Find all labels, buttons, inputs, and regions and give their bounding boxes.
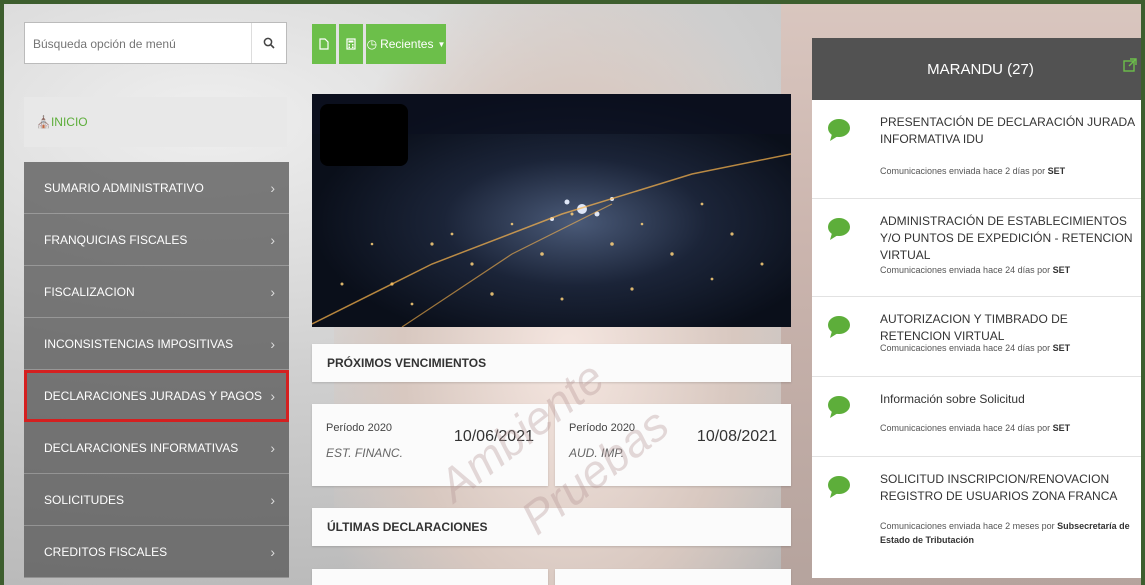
search-icon [263,37,275,49]
toolbar: ◷ Recientes ▼ [312,24,446,64]
sidebar-item-declaraciones-informativas[interactable]: DECLARACIONES INFORMATIVAS › [24,422,289,474]
notification-sender: SET [1047,166,1066,176]
notification-sender: SET [1052,343,1071,353]
recientes-dropdown[interactable]: ◷ Recientes ▼ [366,24,446,64]
search-button[interactable] [251,23,286,63]
sidebar-item-label: FISCALIZACION [44,284,135,299]
calculator-icon [346,38,356,50]
chevron-right-icon: › [270,387,275,404]
chevron-right-icon: › [270,335,275,352]
redacted-overlay [320,104,408,166]
sidebar-menu: SUMARIO ADMINISTRATIVO › FRANQUICIAS FIS… [24,162,289,578]
sidebar-item-declaraciones-juradas-y-pagos[interactable]: DECLARACIONES JURADAS Y PAGOS › [24,370,289,422]
marandu-panel: MARANDU (27) PRESENTACIÓN DE DECLARACIÓN… [812,38,1141,578]
obligation-desc: AUD. IMP. [569,446,625,460]
sidebar-item-label: SOLICITUDES [44,492,125,507]
chevron-right-icon: › [270,543,275,560]
chat-bubble-icon [828,119,850,141]
chevron-right-icon: › [270,491,275,508]
notification-sender: SET [1052,423,1071,433]
notification-title: PRESENTACIÓN DE DECLARACIÓN JURADA INFOR… [880,115,1135,146]
chat-bubble-icon [828,316,850,338]
sidebar-item-label: DECLARACIONES INFORMATIVAS [44,440,239,455]
chat-bubble-icon [828,476,850,498]
sidebar: ⛪ INICIO SUMARIO ADMINISTRATIVO › FRANQU… [24,22,289,585]
sidebar-item-fiscalizacion[interactable]: FISCALIZACION › [24,266,289,318]
notification-title: AUTORIZACION Y TIMBRADO DE RETENCION VIR… [880,312,1068,343]
sidebar-item-creditos-fiscales[interactable]: CREDITOS FISCALES › [24,526,289,578]
declaracion-card[interactable] [555,569,791,585]
sidebar-item-label: DECLARACIONES JURADAS Y PAGOS [44,388,263,403]
notification-item[interactable]: PRESENTACIÓN DE DECLARACIÓN JURADA INFOR… [812,100,1141,199]
home-label: INICIO [50,115,88,129]
banner-image [312,94,791,327]
notification-item[interactable]: AUTORIZACION Y TIMBRADO DE RETENCION VIR… [812,297,1141,377]
sidebar-item-label: SUMARIO ADMINISTRATIVO [44,180,204,195]
sidebar-item-label: CREDITOS FISCALES [44,544,168,559]
new-document-button[interactable] [312,24,336,64]
caret-down-icon: ▼ [437,39,446,49]
recientes-label: Recientes [380,37,434,51]
vencimiento-card[interactable]: Período 2020 10/06/2021 EST. FINANC. [312,404,548,486]
document-icon [319,38,329,50]
period-label: Período 2020 [326,422,393,434]
clock-icon: ◷ [366,37,378,51]
section-title: PRÓXIMOS VENCIMIENTOS [327,356,487,370]
sidebar-item-inconsistencias-impositivas[interactable]: INCONSISTENCIAS IMPOSITIVAS › [24,318,289,370]
declaracion-card[interactable] [312,569,548,585]
notification-meta: Comunicaciones enviada hace 2 meses por … [880,521,1130,545]
chevron-right-icon: › [270,283,275,300]
chat-bubble-icon [828,396,850,418]
chevron-right-icon: › [270,231,275,248]
sidebar-item-label: FRANQUICIAS FISCALES [44,232,188,247]
notification-title: Información sobre Solicitud [880,392,1025,406]
chevron-right-icon: › [270,179,275,196]
proximos-vencimientos-header: PRÓXIMOS VENCIMIENTOS [312,344,791,382]
search-input[interactable] [31,23,255,65]
sidebar-item-franquicias-fiscales[interactable]: FRANQUICIAS FISCALES › [24,214,289,266]
due-date: 10/08/2021 [696,428,777,445]
notification-meta: Comunicaciones enviada hace 24 días por … [880,343,1071,353]
ultimas-declaraciones-header: ÚLTIMAS DECLARACIONES [312,508,791,546]
notification-item[interactable]: SOLICITUD INSCRIPCION/RENOVACION REGISTR… [812,457,1141,577]
sidebar-item-sumario-administrativo[interactable]: SUMARIO ADMINISTRATIVO › [24,162,289,214]
section-title: ÚLTIMAS DECLARACIONES [327,520,488,534]
external-link-icon[interactable] [1123,58,1137,72]
notification-meta: Comunicaciones enviada hace 24 días por … [880,423,1071,433]
notification-meta: Comunicaciones enviada hace 2 días por S… [880,166,1066,176]
calculator-button[interactable] [339,24,363,64]
menu-search [24,22,287,65]
notification-item[interactable]: ADMINISTRACIÓN DE ESTABLECIMIENTOS Y/O P… [812,199,1141,297]
app-frame: ⛪ INICIO SUMARIO ADMINISTRATIVO › FRANQU… [0,0,1145,585]
notification-title: ADMINISTRACIÓN DE ESTABLECIMIENTOS Y/O P… [880,214,1133,262]
due-date: 10/06/2021 [453,428,534,445]
notification-sender: SET [1052,265,1071,275]
sidebar-item-label: INCONSISTENCIAS IMPOSITIVAS [44,336,234,351]
chevron-right-icon: › [270,439,275,456]
panel-title: MARANDU (27) [927,60,1034,78]
vencimiento-card[interactable]: Período 2020 10/08/2021 AUD. IMP. [555,404,791,486]
chat-bubble-icon [828,218,850,240]
sidebar-item-solicitudes[interactable]: SOLICITUDES › [24,474,289,526]
period-label: Período 2020 [569,422,636,434]
obligation-desc: EST. FINANC. [326,446,403,460]
home-link[interactable]: ⛪ INICIO [24,97,287,147]
notification-title: SOLICITUD INSCRIPCION/RENOVACION REGISTR… [880,472,1118,503]
home-icon: ⛪ [36,115,51,129]
notification-meta: Comunicaciones enviada hace 24 días por … [880,265,1071,275]
notification-item[interactable]: Información sobre Solicitud Comunicacion… [812,377,1141,457]
panel-header: MARANDU (27) [812,38,1141,100]
